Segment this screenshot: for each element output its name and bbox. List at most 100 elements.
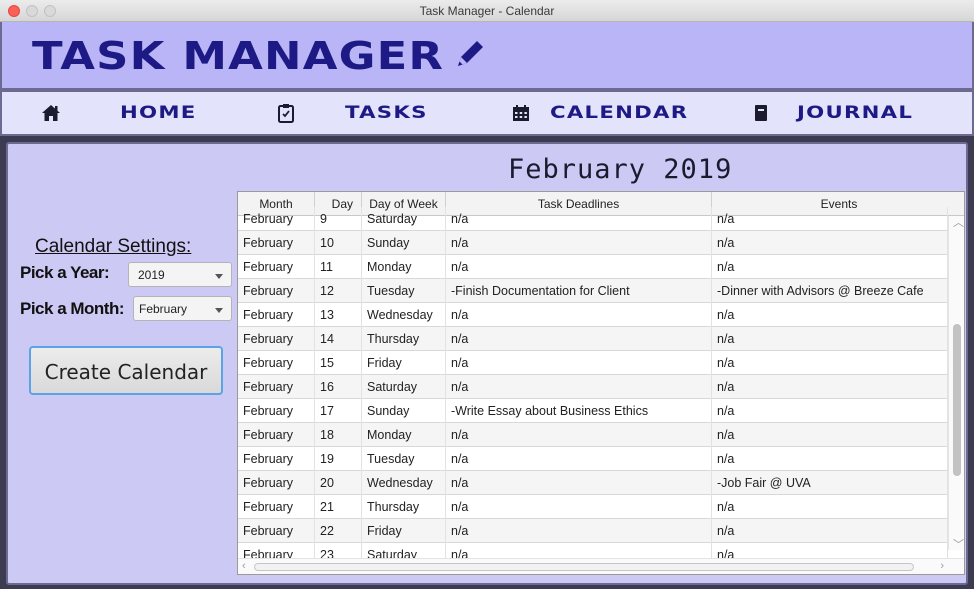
nav-calendar[interactable]: CALENDAR [510, 92, 687, 134]
main-nav: HOME TASKS CALENDAR JOURNAL [0, 90, 974, 136]
cell-month: February [238, 279, 315, 303]
table-row[interactable]: February 21 Thursday n/a n/a [238, 495, 948, 519]
cell-day-of-week: Thursday [362, 495, 446, 519]
month-label: Pick a Month: [20, 299, 125, 318]
cell-day-of-week: Wednesday [362, 471, 446, 495]
cell-day: 13 [315, 303, 362, 327]
horizontal-scrollbar[interactable]: ‹ › [238, 558, 964, 574]
nav-home-label: HOME [120, 103, 197, 123]
nav-home[interactable]: HOME [40, 92, 195, 134]
scroll-up-icon[interactable]: ︿ [953, 214, 964, 230]
window-titlebar: Task Manager - Calendar [0, 0, 974, 22]
cell-day: 10 [315, 231, 362, 255]
cell-day: 18 [315, 423, 362, 447]
cell-events: n/a [712, 327, 948, 351]
table-row[interactable]: February 10 Sunday n/a n/a [238, 231, 948, 255]
app-logo: TASK MANAGER [32, 34, 445, 78]
cell-month: February [238, 423, 315, 447]
cell-day: 19 [315, 447, 362, 471]
cell-day: 14 [315, 327, 362, 351]
table-row[interactable]: February 18 Monday n/a n/a [238, 423, 948, 447]
cell-events: n/a [712, 351, 948, 375]
cell-month: February [238, 255, 315, 279]
cell-month: February [238, 399, 315, 423]
year-label: Pick a Year: [20, 263, 110, 282]
nav-tasks[interactable]: TASKS [275, 92, 426, 134]
chevron-down-icon [215, 274, 223, 279]
cell-month: February [238, 375, 315, 399]
cell-events: -Dinner with Advisors @ Breeze Cafe [712, 279, 948, 303]
horizontal-scroll-thumb[interactable] [254, 563, 914, 571]
cell-task-deadlines: n/a [446, 303, 712, 327]
cell-events: n/a [712, 375, 948, 399]
cell-task-deadlines: n/a [446, 519, 712, 543]
cell-events: n/a [712, 231, 948, 255]
cell-day: 21 [315, 495, 362, 519]
cell-events: n/a [712, 423, 948, 447]
calendar-table[interactable]: Month Day Day of Week Task Deadlines Eve… [237, 191, 965, 575]
cell-day: 15 [315, 351, 362, 375]
month-select[interactable]: February [133, 296, 232, 321]
table-row[interactable]: February 12 Tuesday -Finish Documentation f… [238, 279, 948, 303]
cell-day-of-week: Friday [362, 519, 446, 543]
table-row[interactable]: February 13 Wednesday n/a n/a [238, 303, 948, 327]
cell-day-of-week: Monday [362, 423, 446, 447]
cell-day: 12 [315, 279, 362, 303]
cell-events: n/a [712, 447, 948, 471]
vertical-scroll-thumb[interactable] [953, 324, 961, 476]
scroll-left-icon[interactable]: ‹ [242, 560, 246, 572]
cell-day: 11 [315, 255, 362, 279]
scroll-down-icon[interactable]: ﹀ [953, 536, 964, 552]
cell-day-of-week: Saturday [362, 207, 446, 231]
cell-month: February [238, 495, 315, 519]
cell-month: February [238, 303, 315, 327]
cell-task-deadlines: -Write Essay about Business Ethics [446, 399, 712, 423]
table-row[interactable]: February 16 Saturday n/a n/a [238, 375, 948, 399]
cell-task-deadlines: n/a [446, 231, 712, 255]
scroll-right-icon[interactable]: › [940, 560, 944, 572]
table-row[interactable]: February 20 Wednesday n/a -Job Fair @ UVA [238, 471, 948, 495]
clipboard-icon [275, 102, 297, 124]
cell-month: February [238, 351, 315, 375]
window-title: Task Manager - Calendar [419, 4, 555, 18]
table-row[interactable]: February 17 Sunday -Write Essay about Busin… [238, 399, 948, 423]
nav-calendar-label: CALENDAR [550, 103, 689, 123]
cell-task-deadlines: n/a [446, 207, 712, 231]
year-select[interactable]: 2019 [128, 262, 232, 287]
cell-day-of-week: Tuesday [362, 447, 446, 471]
cell-month: February [238, 207, 315, 231]
cell-task-deadlines: -Finish Documentation for Client [446, 279, 712, 303]
table-row[interactable]: February 19 Tuesday n/a n/a [238, 447, 948, 471]
cell-task-deadlines: n/a [446, 471, 712, 495]
table-row[interactable]: February 11 Monday n/a n/a [238, 255, 948, 279]
nav-journal-label: JOURNAL [797, 103, 914, 123]
table-row[interactable]: February 22 Friday n/a n/a [238, 519, 948, 543]
table-row[interactable]: February 9 Saturday n/a n/a [238, 207, 948, 231]
cell-task-deadlines: n/a [446, 327, 712, 351]
cell-month: February [238, 471, 315, 495]
cell-day-of-week: Sunday [362, 231, 446, 255]
table-row[interactable]: February 14 Thursday n/a n/a [238, 327, 948, 351]
cell-month: February [238, 327, 315, 351]
cell-day-of-week: Tuesday [362, 279, 446, 303]
create-calendar-button[interactable]: Create Calendar [29, 346, 223, 395]
cell-events: -Job Fair @ UVA [712, 471, 948, 495]
cell-task-deadlines: n/a [446, 255, 712, 279]
home-icon [40, 102, 62, 124]
cell-month: February [238, 447, 315, 471]
journal-icon [750, 102, 772, 124]
cell-month: February [238, 231, 315, 255]
nav-journal[interactable]: JOURNAL [750, 92, 912, 134]
cell-task-deadlines: n/a [446, 375, 712, 399]
cell-events: n/a [712, 495, 948, 519]
cell-day-of-week: Wednesday [362, 303, 446, 327]
cell-events: n/a [712, 255, 948, 279]
table-row[interactable]: February 15 Friday n/a n/a [238, 351, 948, 375]
vertical-scrollbar[interactable]: ︿ ﹀ [948, 214, 964, 552]
cell-events: n/a [712, 207, 948, 231]
cell-day-of-week: Friday [362, 351, 446, 375]
cell-day: 16 [315, 375, 362, 399]
cell-events: n/a [712, 519, 948, 543]
cell-events: n/a [712, 303, 948, 327]
cell-day: 22 [315, 519, 362, 543]
